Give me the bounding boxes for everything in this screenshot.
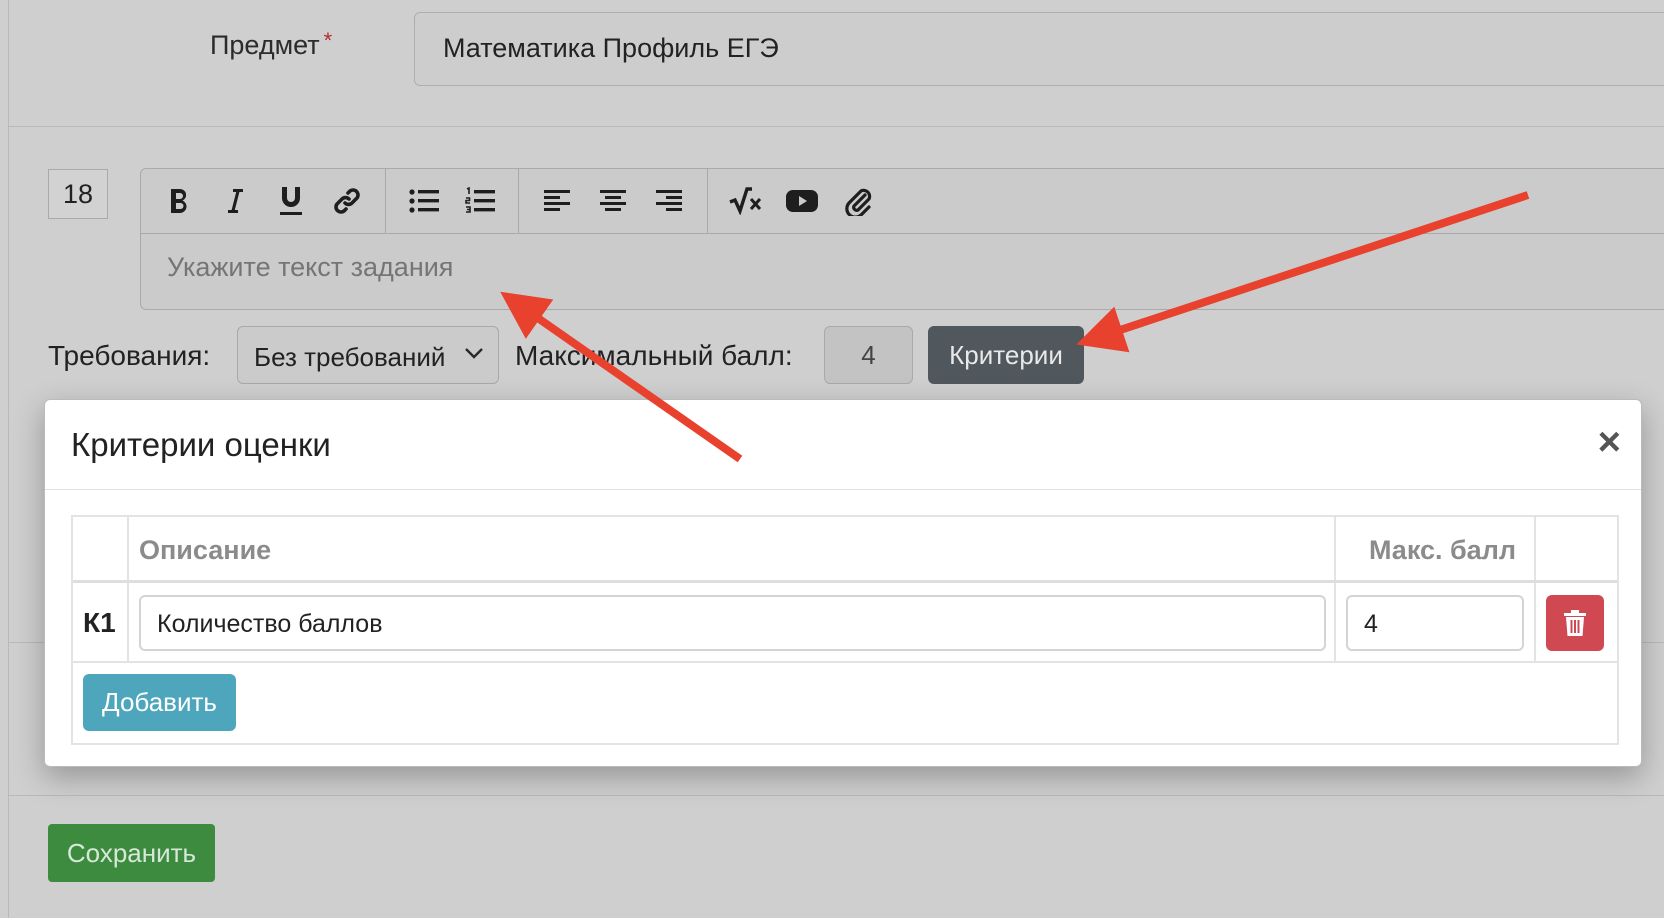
formula-icon[interactable] <box>718 181 774 221</box>
divider <box>8 126 1664 127</box>
question-number: 18 <box>48 169 108 219</box>
modal-title: Критерии оценки <box>71 426 331 463</box>
italic-icon[interactable] <box>207 181 263 221</box>
column-header-max-score: Макс. балл <box>1336 517 1536 580</box>
toolbar-group-align <box>519 169 708 233</box>
required-mark: * <box>323 28 333 53</box>
toolbar-group-lists <box>386 169 519 233</box>
column-header-id <box>73 517 129 580</box>
column-header-actions <box>1536 517 1617 580</box>
max-score-label: Максимальный балл: <box>515 340 793 371</box>
criteria-table: Описание Макс. балл К1 Количество баллов… <box>71 515 1619 745</box>
bullet-list-icon[interactable] <box>396 181 452 221</box>
numbered-list-icon[interactable] <box>452 181 508 221</box>
chevron-down-icon <box>465 348 483 359</box>
align-right-icon[interactable] <box>641 181 697 221</box>
description-cell: Количество баллов <box>129 583 1336 661</box>
actions-cell <box>1536 583 1617 661</box>
requirements-value: Без требований <box>254 342 446 372</box>
modal-header: Критерии оценки × <box>45 400 1641 490</box>
requirements-select[interactable]: Без требований <box>237 326 499 384</box>
paperclip-icon[interactable] <box>830 181 886 221</box>
criterion-max-score-field[interactable]: 4 <box>1346 595 1524 651</box>
underline-icon[interactable] <box>263 181 319 221</box>
task-text-editor[interactable]: Укажите текст задания <box>140 168 1664 310</box>
add-criterion-button[interactable]: Добавить <box>83 674 236 731</box>
subject-field[interactable]: Математика Профиль ЕГЭ <box>414 12 1664 86</box>
align-center-icon[interactable] <box>585 181 641 221</box>
toolbar-group-format <box>141 169 386 233</box>
requirements-label: Требования: <box>48 340 211 371</box>
page-frame <box>8 0 9 918</box>
subject-label: Предмет * <box>210 28 333 61</box>
max-score-field[interactable]: 4 <box>824 326 913 384</box>
criterion-id: К1 <box>73 583 129 661</box>
delete-button[interactable] <box>1546 595 1604 651</box>
column-header-description: Описание <box>129 517 1336 580</box>
align-left-icon[interactable] <box>529 181 585 221</box>
criteria-modal: Критерии оценки × Описание Макс. балл К1… <box>44 399 1642 767</box>
table-row: К1 Количество баллов 4 <box>73 583 1617 663</box>
criteria-button[interactable]: Критерии <box>928 326 1084 384</box>
editor-toolbar <box>141 169 1664 234</box>
table-footer: Добавить <box>73 663 1617 743</box>
bold-icon[interactable] <box>151 181 207 221</box>
subject-label-text: Предмет <box>210 30 320 60</box>
editor-placeholder: Укажите текст задания <box>167 252 454 282</box>
toolbar-group-insert <box>708 169 896 233</box>
close-icon[interactable]: × <box>1598 422 1621 462</box>
link-icon[interactable] <box>319 181 375 221</box>
save-button[interactable]: Сохранить <box>48 824 215 882</box>
table-header-row: Описание Макс. балл <box>73 517 1617 583</box>
max-score-cell: 4 <box>1336 583 1536 661</box>
trash-icon <box>1564 610 1586 636</box>
youtube-icon[interactable] <box>774 181 830 221</box>
divider <box>8 795 1664 796</box>
criterion-description-field[interactable]: Количество баллов <box>139 595 1326 651</box>
